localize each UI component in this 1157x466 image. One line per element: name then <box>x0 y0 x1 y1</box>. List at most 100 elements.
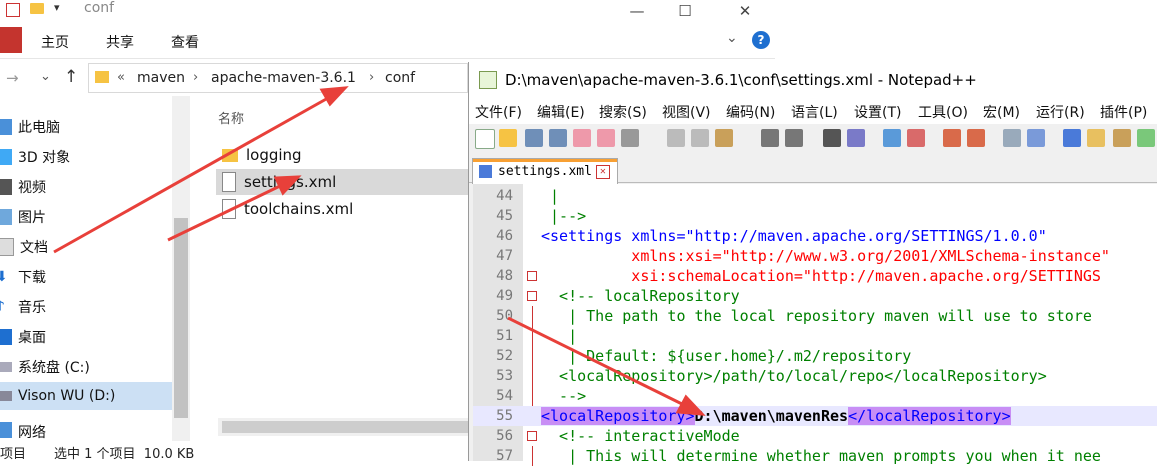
zoom-in-icon[interactable] <box>883 129 901 147</box>
document-icon <box>0 238 14 256</box>
save-icon[interactable] <box>525 129 543 147</box>
copy-icon[interactable] <box>691 129 709 147</box>
nav-item-label: 3D 对象 <box>18 150 71 166</box>
file-row-toolchains-xml[interactable]: toolchains.xml <box>216 196 468 222</box>
show-all-chars-icon[interactable] <box>1027 129 1045 147</box>
file-row-settings-xml[interactable]: settings.xml <box>216 169 468 195</box>
menu-language[interactable]: 语言(L) <box>791 102 838 122</box>
close-all-icon[interactable] <box>597 129 615 147</box>
desktop-icon <box>0 329 12 345</box>
column-header-name[interactable]: 名称 <box>218 108 244 127</box>
udl-icon[interactable] <box>1087 129 1105 147</box>
fold-marker-icon[interactable] <box>527 431 537 441</box>
replace-icon[interactable] <box>847 129 865 147</box>
code-line: 54 --> <box>473 386 1157 406</box>
checkbox-icon[interactable] <box>6 3 20 17</box>
address-bar[interactable]: « maven › apache-maven-3.6.1 › conf <box>88 63 468 93</box>
nav-item-this-pc[interactable]: 此电脑 <box>0 113 172 141</box>
tab-close-icon[interactable]: ✕ <box>595 164 610 179</box>
dropdown-arrow-icon[interactable]: ▾ <box>54 1 60 14</box>
doc-map-icon[interactable] <box>1113 129 1131 147</box>
cut-icon[interactable] <box>667 129 685 147</box>
nav-item-pictures[interactable]: 图片 <box>0 203 172 231</box>
code-text: <localRepository>/path/to/local/repo</lo… <box>541 367 1047 385</box>
line-number: 53 <box>496 368 513 384</box>
menu-file[interactable]: 文件(F) <box>475 102 522 122</box>
menu-tools[interactable]: 工具(O) <box>918 102 968 122</box>
nav-item-network[interactable]: 网络 <box>0 422 172 441</box>
nav-item-documents[interactable]: 文档 <box>0 233 172 261</box>
nav-item-desktop[interactable]: 桌面 <box>0 323 172 351</box>
code-text: xsi:schemaLocation="http://maven.apache.… <box>541 267 1101 285</box>
line-number: 50 <box>496 308 513 324</box>
back-arrow-icon[interactable]: → <box>6 69 19 87</box>
save-all-icon[interactable] <box>549 129 567 147</box>
file-name: settings.xml <box>244 173 337 191</box>
nav-item-drive-c[interactable]: 系统盘 (C:) <box>0 353 172 381</box>
nav-item-label: 系统盘 (C:) <box>18 360 90 376</box>
tab-home[interactable]: 主页 <box>41 32 69 52</box>
indent-guide-icon[interactable] <box>1063 129 1081 147</box>
nav-item-videos[interactable]: 视频 <box>0 173 172 201</box>
nav-item-downloads[interactable]: ⬇ 下载 <box>0 263 172 291</box>
zoom-out-icon[interactable] <box>907 129 925 147</box>
code-text: | This will determine whether maven prom… <box>541 447 1101 465</box>
file-row-logging[interactable]: logging <box>216 142 468 168</box>
menu-run[interactable]: 运行(R) <box>1036 102 1085 122</box>
tab-label: settings.xml <box>498 164 592 179</box>
fold-marker-icon[interactable] <box>527 291 537 301</box>
code-text: | The path to the local repository maven… <box>541 307 1092 325</box>
close-file-icon[interactable] <box>573 129 591 147</box>
tab-view[interactable]: 查看 <box>171 32 199 52</box>
redo-icon[interactable] <box>785 129 803 147</box>
nav-item-label: 网络 <box>18 425 46 441</box>
menu-plugins[interactable]: 插件(P) <box>1100 102 1147 122</box>
sync-h-icon[interactable] <box>967 129 985 147</box>
maximize-button[interactable]: ☐ <box>662 0 708 22</box>
menu-encoding[interactable]: 编码(N) <box>726 102 775 122</box>
new-file-icon[interactable] <box>475 129 495 149</box>
menu-search[interactable]: 搜索(S) <box>599 102 647 122</box>
code-text: <!-- interactiveMode <box>541 427 740 445</box>
nav-scrollbar-thumb[interactable] <box>174 218 188 418</box>
code-line: 48 xsi:schemaLocation="http://maven.apac… <box>473 266 1157 286</box>
recent-dropdown-icon[interactable]: ⌄ <box>40 69 51 84</box>
paste-icon[interactable] <box>715 129 733 147</box>
code-text: xmlns:xsi="http://www.w3.org/2001/XMLSch… <box>541 247 1110 265</box>
close-button[interactable]: ✕ <box>722 0 768 22</box>
menu-view[interactable]: 视图(V) <box>662 102 711 122</box>
tab-settings-xml[interactable]: settings.xml ✕ <box>472 158 618 184</box>
breadcrumb-maven[interactable]: maven <box>137 70 185 86</box>
file-menu-tab[interactable] <box>0 27 22 53</box>
horizontal-scrollbar-thumb[interactable] <box>222 421 468 433</box>
open-file-icon[interactable] <box>499 129 517 147</box>
nav-item-3d-objects[interactable]: 3D 对象 <box>0 143 172 171</box>
undo-icon[interactable] <box>761 129 779 147</box>
tab-share[interactable]: 共享 <box>106 32 134 52</box>
help-icon[interactable]: ? <box>752 31 770 49</box>
function-list-icon[interactable] <box>1137 129 1155 147</box>
minimize-button[interactable]: — <box>614 0 660 22</box>
menu-macro[interactable]: 宏(M) <box>983 102 1020 122</box>
npp-toolbar <box>469 124 1157 152</box>
code-editor[interactable]: 44 | 45 |--> 46 <settings xmlns="http://m… <box>473 184 1157 466</box>
breadcrumb-conf[interactable]: conf <box>385 70 415 86</box>
nav-item-music[interactable]: ♪ 音乐 <box>0 293 172 321</box>
fold-marker-icon[interactable] <box>527 271 537 281</box>
video-icon <box>0 179 12 195</box>
ribbon-collapse-icon[interactable]: ⌄ <box>726 30 738 46</box>
up-arrow-icon[interactable]: ↑ <box>64 67 78 87</box>
fold-line <box>532 446 533 466</box>
fold-line <box>532 306 533 326</box>
code-line: 44 | <box>473 186 1157 206</box>
breadcrumb-overflow[interactable]: « <box>117 70 125 85</box>
find-icon[interactable] <box>823 129 841 147</box>
nav-item-drive-d[interactable]: Vison WU (D:) <box>0 382 172 410</box>
code-line: 56 <!-- interactiveMode <box>473 426 1157 446</box>
menu-settings[interactable]: 设置(T) <box>854 102 901 122</box>
breadcrumb-apache-maven[interactable]: apache-maven-3.6.1 <box>211 70 356 86</box>
word-wrap-icon[interactable] <box>1003 129 1021 147</box>
print-icon[interactable] <box>621 129 639 147</box>
sync-v-icon[interactable] <box>943 129 961 147</box>
menu-edit[interactable]: 编辑(E) <box>537 102 585 122</box>
